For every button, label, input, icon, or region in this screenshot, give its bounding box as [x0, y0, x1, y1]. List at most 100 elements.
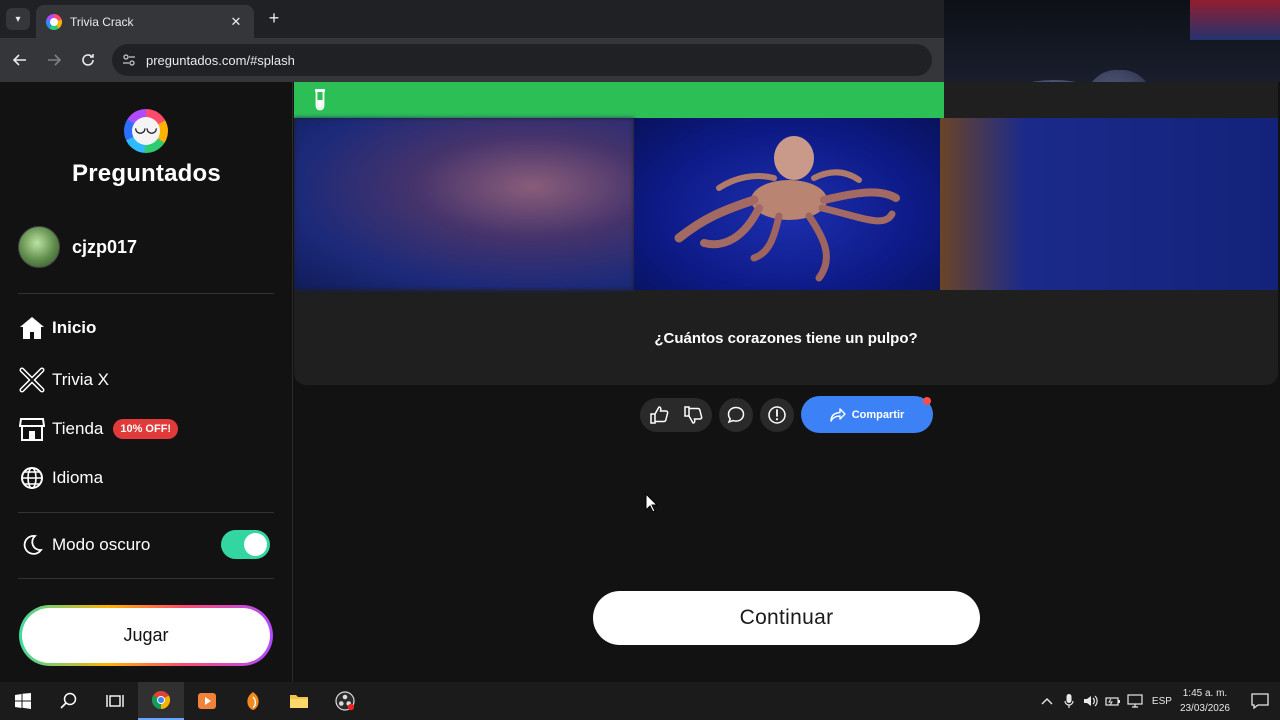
- sidebar: ◡◡ Preguntados cjzp017 Inicio Trivia X T…: [0, 82, 293, 682]
- taskbar-chrome[interactable]: [138, 682, 184, 720]
- microphone-icon[interactable]: [1058, 682, 1080, 720]
- main-content: ¿Cuántos corazones tiene un pulpo? Compa…: [294, 82, 1280, 682]
- battery-icon[interactable]: [1102, 682, 1124, 720]
- clock[interactable]: 1:45 a. m. 23/03/2026: [1180, 686, 1230, 716]
- logo-text[interactable]: Preguntados: [0, 160, 293, 188]
- play-button[interactable]: Jugar: [22, 608, 270, 663]
- octopus-image: [634, 118, 940, 290]
- arrow-left-icon: [12, 54, 26, 66]
- sidebar-item-label: Inicio: [52, 318, 97, 337]
- share-button[interactable]: Compartir: [801, 396, 933, 433]
- back-button[interactable]: [6, 46, 34, 74]
- system-tray: ESP 1:45 a. m. 23/03/2026: [1036, 682, 1280, 720]
- taskbar-search-button[interactable]: [46, 682, 92, 720]
- home-icon: [18, 314, 46, 342]
- sidebar-item-label: Idioma: [52, 468, 104, 487]
- windows-logo-icon: [15, 693, 31, 709]
- sidebar-item-inicio[interactable]: Inicio: [18, 312, 96, 344]
- clock-date: 23/03/2026: [1179, 703, 1230, 714]
- sidebar-item-label: Tienda: [52, 419, 104, 438]
- comment-icon: [727, 406, 745, 423]
- taskbar-file-explorer[interactable]: [276, 682, 322, 720]
- task-view-button[interactable]: [92, 682, 138, 720]
- task-view-icon: [106, 695, 124, 707]
- tab-title: Trivia Crack: [70, 14, 134, 29]
- sidebar-item-trivia-x[interactable]: Trivia X: [18, 364, 109, 396]
- continue-button[interactable]: Continuar: [593, 591, 980, 645]
- obs-icon: [335, 691, 355, 711]
- notification-center-button[interactable]: [1240, 682, 1280, 720]
- media-player-icon: [198, 693, 216, 709]
- forward-button[interactable]: [40, 46, 68, 74]
- chevron-up-icon[interactable]: [1036, 682, 1058, 720]
- new-tab-button[interactable]: +: [264, 8, 284, 29]
- play-button-border: Jugar: [19, 605, 273, 666]
- notification-dot: [923, 397, 931, 405]
- share-label: Compartir: [851, 408, 905, 421]
- start-button[interactable]: [0, 682, 46, 720]
- question-image: [294, 118, 1278, 290]
- moon-icon: [18, 531, 46, 559]
- network-icon[interactable]: [1124, 682, 1146, 720]
- sidebar-item-idioma[interactable]: Idioma: [18, 462, 103, 494]
- toggle-knob: [244, 533, 267, 556]
- octopus-illustration-icon: [674, 136, 900, 282]
- browser-tab[interactable]: Trivia Crack ✕: [36, 5, 254, 38]
- notification-icon: [1251, 693, 1269, 709]
- arrow-right-icon: [48, 54, 62, 66]
- chrome-icon: [151, 691, 171, 709]
- dark-mode-toggle[interactable]: [221, 530, 270, 559]
- close-tab-icon[interactable]: ✕: [228, 14, 244, 30]
- trivia-x-icon: [18, 366, 46, 394]
- address-bar[interactable]: preguntados.com/#splash: [112, 44, 932, 76]
- mouse-cursor-icon: [645, 493, 659, 513]
- volume-icon[interactable]: [1080, 682, 1102, 720]
- username: cjzp017: [72, 236, 138, 257]
- url-text: preguntados.com/#splash: [146, 52, 295, 68]
- share-icon: [830, 407, 846, 422]
- logo-face-icon: ◡◡: [134, 120, 158, 135]
- clock-time: 1:45 a. m.: [1182, 688, 1228, 699]
- question-card: ¿Cuántos corazones tiene un pulpo?: [294, 82, 1278, 385]
- divider: [18, 578, 274, 579]
- webcam-background-flag: [1190, 0, 1280, 40]
- search-icon: [60, 692, 77, 709]
- user-profile[interactable]: cjzp017: [18, 226, 137, 268]
- like-button[interactable]: [642, 397, 676, 432]
- test-tube-icon: [315, 89, 325, 111]
- taskbar-media-player[interactable]: [184, 682, 230, 720]
- input-language[interactable]: ESP: [1152, 696, 1172, 707]
- store-icon: [18, 415, 46, 443]
- discount-badge: 10% OFF!: [113, 419, 179, 439]
- question-image-blur-right: [940, 118, 1278, 290]
- sidebar-item-tienda[interactable]: Tienda 10% OFF!: [18, 413, 179, 445]
- tab-search-button[interactable]: ▾: [6, 8, 30, 30]
- rating-group: [640, 397, 712, 432]
- comment-button[interactable]: [719, 397, 753, 432]
- dislike-button[interactable]: [676, 397, 710, 432]
- fl-studio-icon: [247, 692, 259, 710]
- report-button[interactable]: [760, 397, 794, 432]
- taskbar-fl-studio[interactable]: [230, 682, 276, 720]
- taskbar-obs[interactable]: [322, 682, 368, 720]
- reload-icon: [82, 54, 94, 66]
- globe-icon: [18, 464, 46, 492]
- dark-mode-label: Modo oscuro: [52, 535, 151, 554]
- trivia-crack-favicon-icon: [46, 13, 62, 30]
- question-text: ¿Cuántos corazones tiene un pulpo?: [654, 330, 918, 347]
- dark-mode-row: Modo oscuro: [18, 529, 150, 561]
- question-image-blur-left: [294, 118, 634, 290]
- browser-toolbar: preguntados.com/#splash: [0, 38, 944, 82]
- divider: [18, 293, 274, 294]
- alert-icon: [768, 405, 786, 424]
- reload-button[interactable]: [74, 46, 102, 74]
- thumbs-up-icon: [650, 405, 669, 424]
- sidebar-item-label: Trivia X: [52, 370, 109, 389]
- question-actions: Compartir: [640, 396, 933, 433]
- site-settings-icon[interactable]: [122, 53, 136, 67]
- divider: [18, 512, 274, 513]
- avatar[interactable]: [18, 226, 60, 268]
- thumbs-down-icon: [684, 405, 703, 424]
- category-bar: [294, 82, 944, 118]
- taskbar: ESP 1:45 a. m. 23/03/2026: [0, 682, 1280, 720]
